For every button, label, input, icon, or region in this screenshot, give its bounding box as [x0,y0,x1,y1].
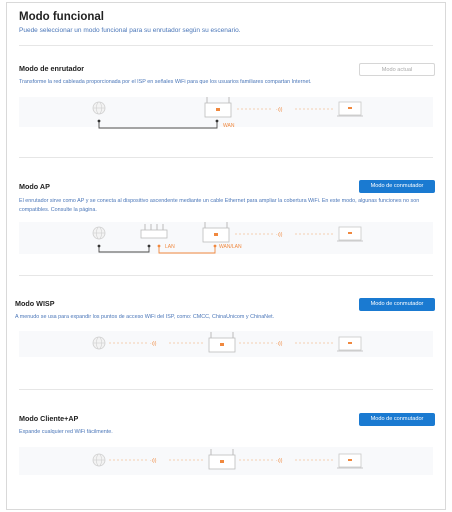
laptop-icon [337,226,363,242]
globe-icon [92,453,106,467]
wan-port-label: WAN [223,123,235,129]
wifi-signal-icon: ·ı)) [150,341,157,347]
router-icon [202,222,230,243]
divider [19,389,433,390]
page-title: Modo funcional [19,11,104,23]
wifi-signal-icon: ·ı)) [276,458,283,464]
mode-router-title: Modo de enrutador [19,64,85,73]
mode-ap-diagram: LAN WAN/LAN ·ı)) [19,222,433,254]
mode-router-description: Transforme la red cableada proporcionada… [19,79,312,85]
router-icon [204,97,232,118]
mode-client-ap-description: Expande cualquier red WiFi fácilmente. [19,429,113,435]
mode-router-section: Modo de enrutador Modo actual Transforme… [7,61,445,141]
switch-to-client-ap-button[interactable]: Modo de conmutador [359,413,435,426]
wifi-signal-icon: ·ı)) [276,232,283,238]
wifi-signal-icon: ·ı)) [150,458,157,464]
router-icon [208,332,236,353]
switch-to-wisp-button[interactable]: Modo de conmutador [359,298,435,311]
page-header: Modo funcional Puede seleccionar un modo… [19,11,433,34]
mode-ap-description: El enrutador sirve como AP y se conecta … [19,198,420,213]
globe-icon [92,226,106,240]
divider [19,45,433,46]
mode-router-diagram: WAN ·ı)) [19,97,433,129]
switch-to-ap-button[interactable]: Modo de conmutador [359,180,435,193]
mode-wisp-section: Modo WISP Modo de conmutador A menudo se… [7,295,445,375]
wifi-signal-icon: ·ı)) [276,107,283,113]
mode-ap-title: Modo AP [19,182,50,191]
functional-mode-panel: Modo funcional Puede seleccionar un modo… [6,2,446,510]
globe-icon [92,336,106,350]
wan-lan-port-label: WAN/LAN [219,244,242,250]
laptop-icon [337,336,363,352]
globe-icon [92,101,106,115]
mode-wisp-description: A menudo se usa para expandir los puntos… [15,314,275,320]
wifi-signal-icon: ·ı)) [276,341,283,347]
current-mode-button: Modo actual [359,63,435,76]
laptop-icon [337,101,363,117]
divider [19,157,433,158]
laptop-icon [337,453,363,469]
divider [19,275,433,276]
mode-client-ap-diagram: ·ı)) ·ı)) [19,447,433,475]
switch-icon [140,224,168,239]
mode-client-ap-title: Modo Cliente+AP [19,414,79,423]
router-icon [208,449,236,470]
page-subtitle: Puede seleccionar un modo funcional para… [19,27,241,34]
mode-ap-section: Modo AP Modo de conmutador El enrutador … [7,177,445,269]
mode-client-ap-section: Modo Cliente+AP Modo de conmutador Expan… [7,409,445,489]
lan-port-label: LAN [165,244,175,250]
mode-wisp-title: Modo WISP [15,299,55,308]
mode-wisp-diagram: ·ı)) ·ı)) [19,331,433,357]
